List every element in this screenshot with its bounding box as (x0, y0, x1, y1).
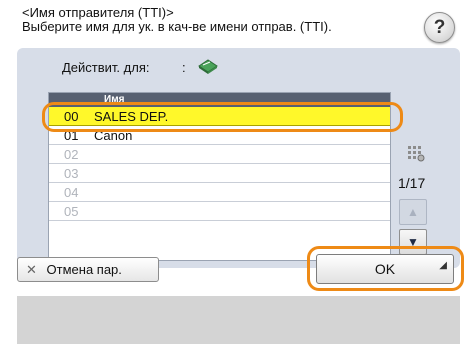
screen-instruction: Выберите имя для ук. в кач-ве имени отпр… (22, 19, 332, 34)
status-bar (17, 296, 460, 344)
selected-row-highlight (42, 102, 403, 132)
list-row-04[interactable]: 04 (49, 183, 390, 202)
close-icon: ✕ (26, 262, 37, 277)
cancel-label: Отмена пар. (46, 262, 122, 277)
details-grid-icon[interactable] (406, 144, 426, 162)
help-button[interactable]: ? (424, 12, 455, 43)
cancel-settings-button[interactable]: ✕ Отмена пар. (17, 257, 159, 282)
list-row-03[interactable]: 03 (49, 164, 390, 183)
row-number: 03 (64, 166, 79, 181)
action-label: Действит. для: (62, 60, 150, 75)
screen-header: <Имя отправителя (TTI)> Выберите имя для… (22, 6, 422, 34)
row-number: 05 (64, 204, 79, 219)
row-number: 04 (64, 185, 79, 200)
list-row-05[interactable]: 05 (49, 202, 390, 221)
action-colon: : (182, 60, 186, 75)
screen-title: <Имя отправителя (TTI)> (22, 5, 174, 20)
scroll-up-icon[interactable]: ▲ (399, 199, 427, 225)
address-book-icon (198, 59, 218, 74)
list-row-02[interactable]: 02 (49, 145, 390, 164)
page-indicator: 1/17 (398, 175, 426, 191)
row-number: 02 (64, 147, 79, 162)
ok-button-highlight (307, 246, 464, 291)
